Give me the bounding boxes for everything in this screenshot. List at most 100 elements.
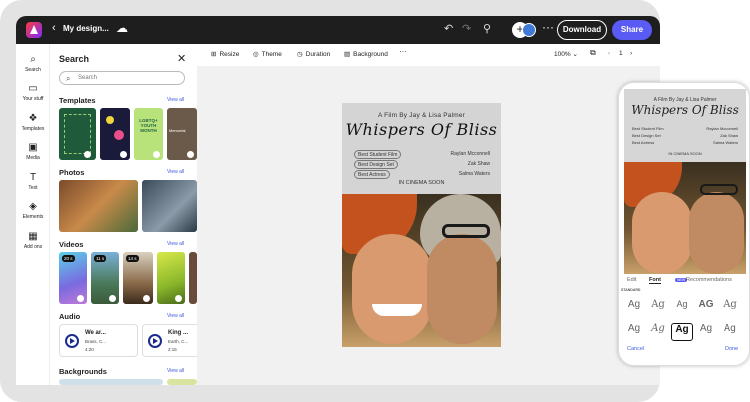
- play-icon[interactable]: [148, 334, 162, 348]
- more-icon[interactable]: ···: [399, 47, 407, 56]
- poster-credit: A Film By Jay & Lisa Palmer: [377, 112, 466, 119]
- cancel-button[interactable]: Cancel: [627, 346, 644, 352]
- template-thumb[interactable]: [59, 108, 96, 160]
- poster-title: Whispers Of Bliss: [345, 120, 498, 139]
- play-icon[interactable]: [65, 334, 79, 348]
- elements-icon: ◈: [29, 201, 37, 212]
- play-icon: [109, 295, 116, 302]
- avatar[interactable]: [522, 23, 536, 37]
- audio-artist: Earth, C...: [168, 339, 189, 344]
- font-option[interactable]: Ag: [719, 323, 741, 341]
- font-option[interactable]: Ag: [719, 299, 741, 317]
- font-option[interactable]: Ag: [623, 299, 645, 317]
- font-option-selected[interactable]: Ag: [671, 323, 693, 341]
- standard-label: STANDARD: [621, 288, 641, 292]
- template-thumb[interactable]: LGBTQ+ YOUTH MONTH: [134, 108, 163, 160]
- video-thumb[interactable]: 20 s: [59, 252, 87, 304]
- pin-icon[interactable]: ⚲: [483, 22, 491, 35]
- rail-label: Media: [26, 155, 40, 161]
- text-icon: T: [29, 172, 37, 183]
- resize-icon: ⊞: [211, 51, 217, 58]
- cast-name: Raylan Mcconnell: [706, 126, 738, 131]
- background-thumb[interactable]: [59, 379, 163, 385]
- folder-icon: ▭: [28, 83, 38, 94]
- view-all-audio[interactable]: View all: [167, 313, 184, 319]
- play-icon: [77, 295, 84, 302]
- rail-item-templates[interactable]: ❖ Templates: [16, 113, 50, 132]
- award-pill: Best Design Set: [354, 160, 398, 169]
- audio-card[interactable]: We ar... Brass, C... 4:20: [59, 324, 138, 357]
- rail-label: Text: [28, 185, 38, 191]
- redo-icon[interactable]: ↷: [462, 22, 471, 35]
- font-option[interactable]: AG: [695, 299, 717, 317]
- tab-edit[interactable]: Edit: [627, 277, 636, 283]
- view-all-backgrounds[interactable]: View all: [167, 368, 184, 374]
- undo-icon[interactable]: ↶: [444, 22, 453, 35]
- done-button[interactable]: Done: [725, 346, 738, 352]
- section-audio: Audio: [59, 312, 81, 321]
- view-all-templates[interactable]: View all: [167, 97, 184, 103]
- template-thumb[interactable]: [100, 108, 130, 160]
- add-ons-icon: ▦: [28, 231, 38, 242]
- more-icon[interactable]: ···: [542, 20, 554, 34]
- document-title[interactable]: My design...: [63, 24, 109, 33]
- adobe-express-logo[interactable]: [26, 22, 42, 38]
- resize-button[interactable]: ⊞ Resize: [211, 50, 239, 58]
- theme-icon: ◎: [253, 51, 259, 58]
- font-option[interactable]: Ag: [623, 323, 645, 341]
- duration-button[interactable]: ◷ Duration: [297, 50, 330, 58]
- rail-item-search[interactable]: ⌕ Search: [16, 54, 50, 73]
- cast-name: Salma Waters: [713, 140, 738, 145]
- video-thumb[interactable]: [189, 252, 197, 304]
- chevron-down-icon: ⌄: [572, 51, 578, 58]
- zoom-select[interactable]: 100% ⌄: [554, 50, 581, 58]
- rail-item-media[interactable]: ▣ Media: [16, 142, 50, 161]
- search-input[interactable]: ⌕ Search: [59, 71, 185, 85]
- photo-thumb[interactable]: [142, 180, 197, 232]
- share-button[interactable]: Share: [612, 20, 652, 40]
- play-icon: [143, 295, 150, 302]
- theme-button[interactable]: ◎ Theme: [253, 50, 282, 58]
- tab-font[interactable]: Font: [649, 277, 661, 284]
- video-thumb[interactable]: 11 s: [91, 252, 119, 304]
- photo-thumb[interactable]: [59, 180, 138, 232]
- video-thumb[interactable]: 14 s: [123, 252, 153, 304]
- rail-item-elements[interactable]: ◈ Elements: [16, 201, 50, 220]
- close-icon[interactable]: ✕: [177, 52, 186, 65]
- audio-card[interactable]: King ... Earth, C... 2:15: [142, 324, 202, 357]
- section-templates: Templates: [59, 96, 96, 105]
- poster-photo: [624, 162, 746, 274]
- font-option[interactable]: Ag: [647, 299, 669, 317]
- video-thumb[interactable]: [157, 252, 185, 304]
- award-pill: Best Student Film: [354, 150, 402, 159]
- background-thumb[interactable]: [167, 379, 197, 385]
- clock-icon: ◷: [297, 51, 303, 58]
- play-icon: [175, 295, 182, 302]
- back-icon[interactable]: ‹: [52, 22, 56, 34]
- play-icon: [120, 151, 127, 158]
- download-button[interactable]: Download: [557, 20, 607, 40]
- font-option[interactable]: Ag: [695, 323, 717, 341]
- award-pill: Best Actress: [354, 170, 390, 179]
- rail-item-add-ons[interactable]: ▦ Add ons: [16, 231, 50, 250]
- poster-tagline: IN CINEMA SOON: [668, 151, 702, 156]
- search-icon: ⌕: [30, 54, 36, 65]
- audio-duration: 4:20: [85, 347, 94, 352]
- pages-icon[interactable]: ⧉: [590, 48, 596, 58]
- background-button[interactable]: ▨ Background: [344, 50, 388, 58]
- rail-item-text[interactable]: T Text: [16, 172, 50, 191]
- poster[interactable]: A Film By Jay & Lisa Palmer Whispers Of …: [342, 103, 501, 347]
- view-all-photos[interactable]: View all: [167, 169, 184, 175]
- duration-badge: 14 s: [126, 255, 139, 262]
- next-page-icon[interactable]: ›: [630, 50, 632, 57]
- template-thumb[interactable]: Memorial: [167, 108, 197, 160]
- canvas-toolbar: ⊞ Resize ◎ Theme ◷ Duration ▨ Background ···…: [197, 44, 660, 66]
- duration-badge: 20 s: [62, 255, 75, 262]
- font-option[interactable]: Ag: [671, 299, 693, 317]
- font-option[interactable]: Ag: [647, 323, 669, 341]
- view-all-videos[interactable]: View all: [167, 241, 184, 247]
- search-placeholder: Search: [78, 75, 98, 81]
- prev-page-icon[interactable]: ‹: [608, 50, 610, 57]
- rail-item-your-stuff[interactable]: ▭ Your stuff: [16, 83, 50, 102]
- tab-recommendations[interactable]: Recommendations: [686, 277, 732, 283]
